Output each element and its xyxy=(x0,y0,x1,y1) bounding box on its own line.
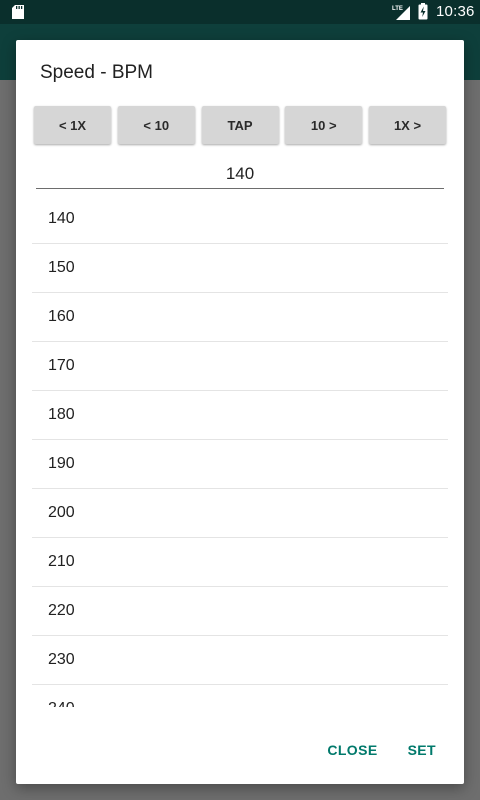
bpm-value-input[interactable] xyxy=(36,160,444,189)
dialog-actions: CLOSE SET xyxy=(319,736,444,764)
set-button[interactable]: SET xyxy=(400,736,444,764)
list-item[interactable]: 210 xyxy=(32,538,448,587)
network-label: LTE xyxy=(392,6,403,12)
list-item[interactable]: 200 xyxy=(32,489,448,538)
status-bar: LTE 10:36 xyxy=(0,0,480,24)
status-clock: 10:36 xyxy=(436,3,475,20)
lte-signal-icon: LTE xyxy=(392,6,410,20)
list-item[interactable]: 230 xyxy=(32,636,448,685)
list-item[interactable]: 140 xyxy=(32,195,448,244)
battery-charging-icon xyxy=(418,3,428,20)
increase-1x-button[interactable]: 1X > xyxy=(369,106,446,144)
screen: LTE 10:36 Speed - BPM < 1X < 10 TAP 10 >… xyxy=(0,0,480,800)
list-item[interactable]: 240 xyxy=(32,685,448,707)
decrease-10-button[interactable]: < 10 xyxy=(117,106,195,144)
list-item[interactable]: 150 xyxy=(32,244,448,293)
dialog-title: Speed - BPM xyxy=(40,62,153,83)
sd-card-icon xyxy=(12,5,24,19)
tap-tempo-button[interactable]: TAP xyxy=(201,106,279,144)
list-item[interactable]: 160 xyxy=(32,293,448,342)
increase-10-button[interactable]: 10 > xyxy=(285,106,363,144)
speed-bpm-dialog: Speed - BPM < 1X < 10 TAP 10 > 1X > 140 … xyxy=(16,40,464,784)
decrease-1x-button[interactable]: < 1X xyxy=(34,106,111,144)
list-item[interactable]: 190 xyxy=(32,440,448,489)
list-item[interactable]: 180 xyxy=(32,391,448,440)
close-button[interactable]: CLOSE xyxy=(319,736,385,764)
list-item[interactable]: 170 xyxy=(32,342,448,391)
list-item[interactable]: 220 xyxy=(32,587,448,636)
bpm-options-list[interactable]: 140 150 160 170 180 190 200 210 220 230 … xyxy=(32,195,448,707)
bpm-step-buttons: < 1X < 10 TAP 10 > 1X > xyxy=(34,106,446,146)
